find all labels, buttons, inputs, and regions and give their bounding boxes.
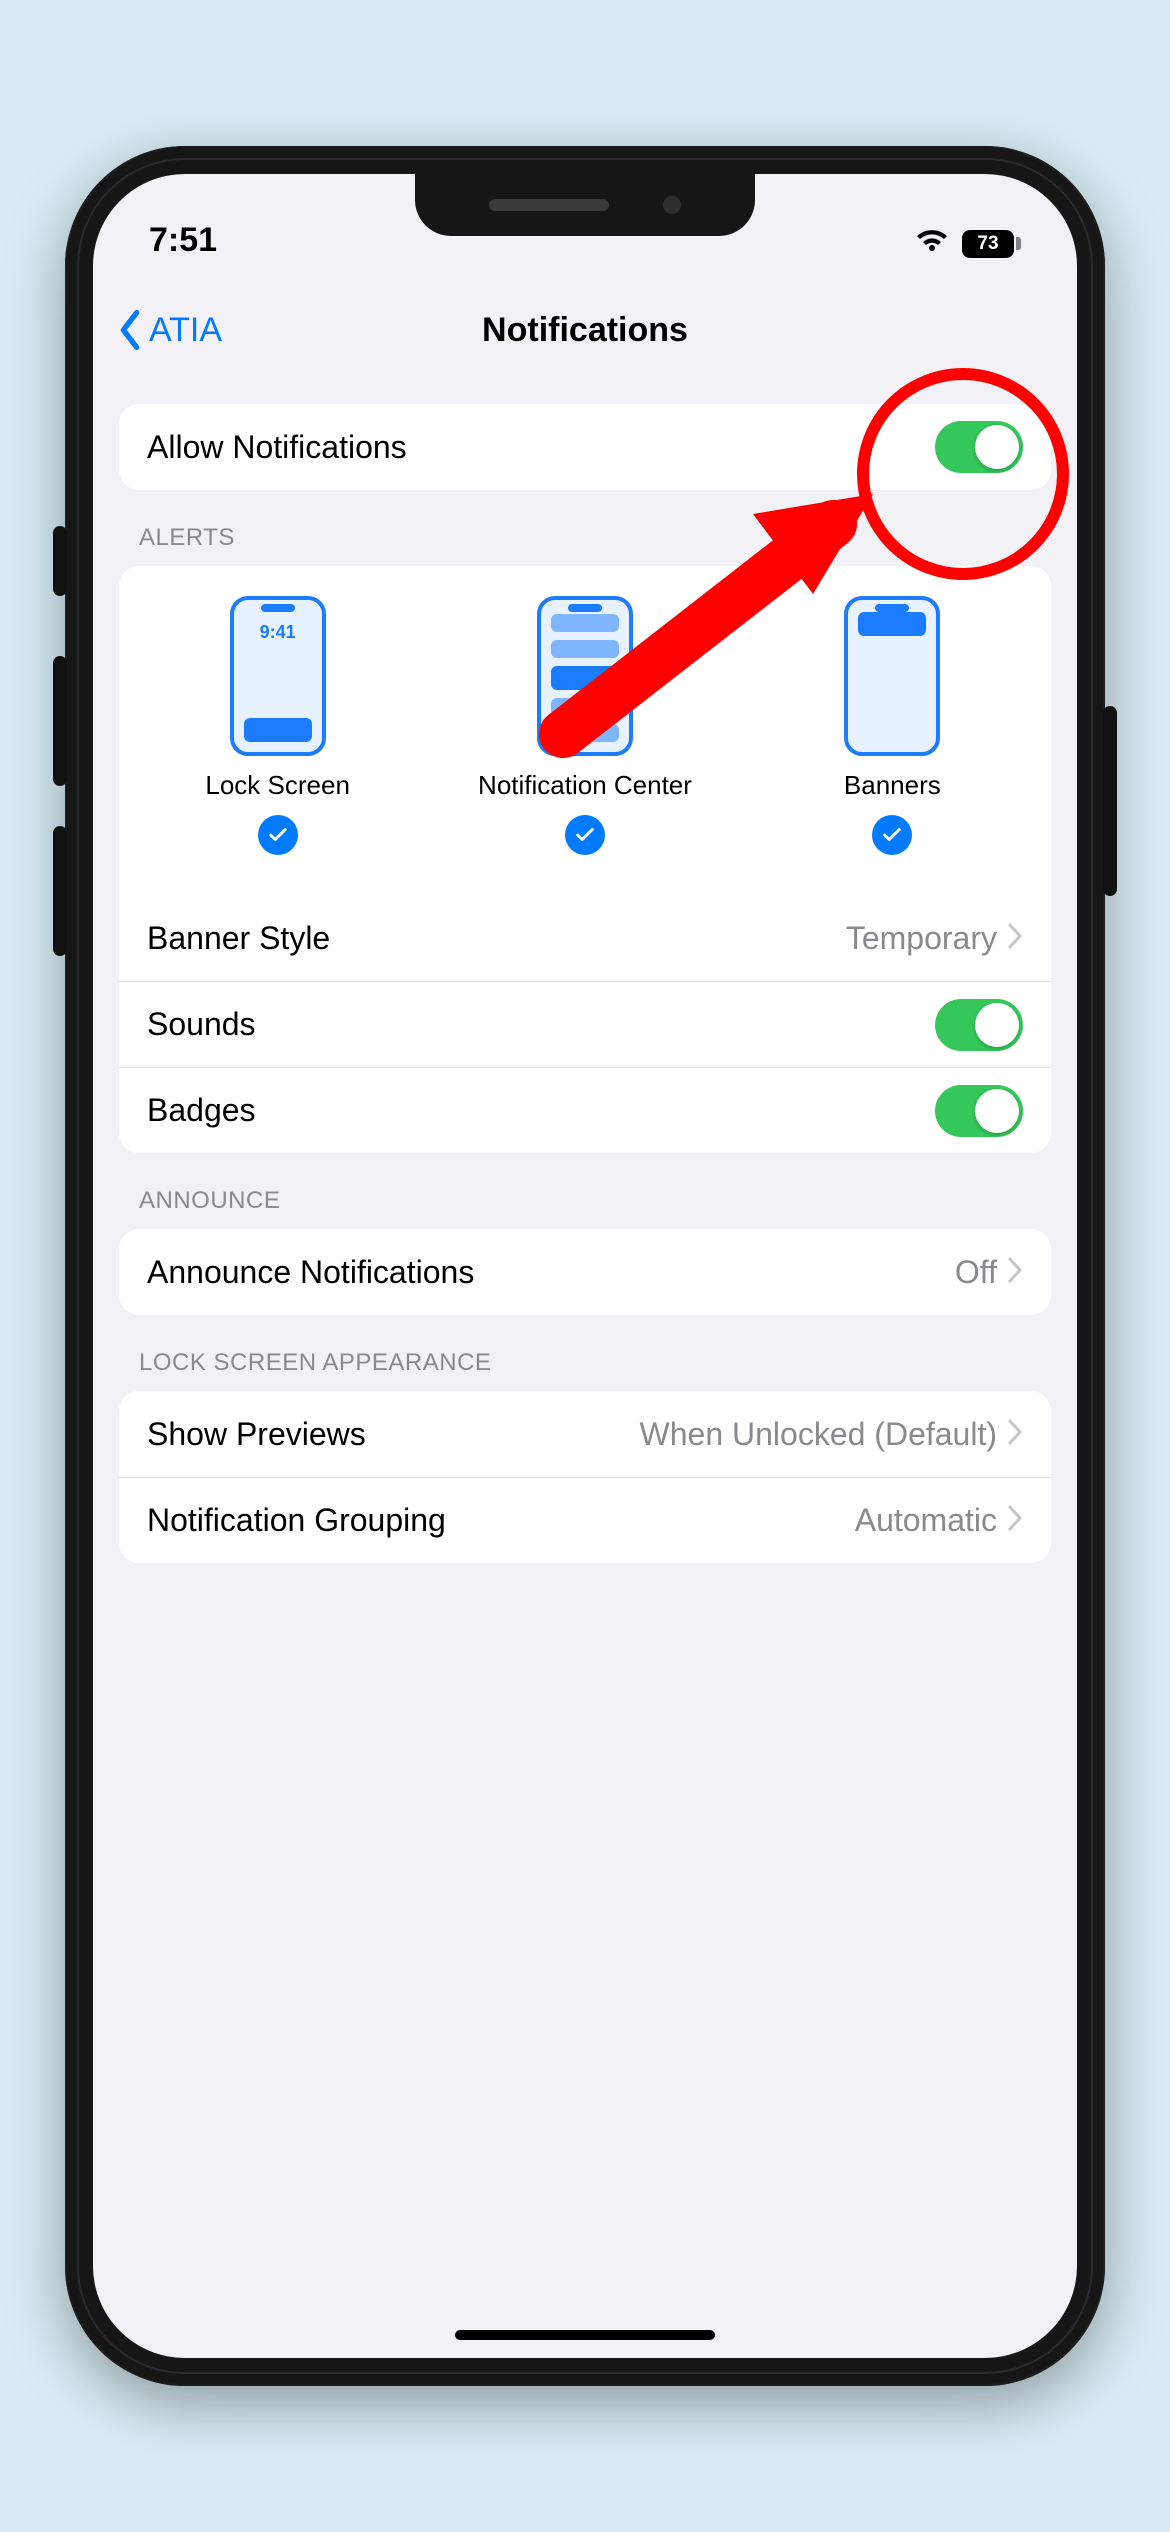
phone-frame: 7:51 73 ATIA Notifications [65, 146, 1105, 2386]
volume-up-button [53, 656, 67, 786]
nav-header: ATIA Notifications [93, 286, 1077, 374]
status-time: 7:51 [149, 221, 217, 260]
lock-screen-icon: 9:41 [230, 596, 326, 756]
show-previews-label: Show Previews [147, 1416, 366, 1453]
badges-label: Badges [147, 1092, 256, 1129]
alerts-header: ALERTS [119, 490, 1051, 566]
notification-grouping-row[interactable]: Notification Grouping Automatic [119, 1477, 1051, 1563]
sounds-label: Sounds [147, 1006, 256, 1043]
banner-style-row[interactable]: Banner Style Temporary [119, 895, 1051, 981]
alert-option-label: Notification Center [478, 770, 692, 801]
checkmark-icon [565, 815, 605, 855]
announce-notifications-label: Announce Notifications [147, 1254, 474, 1291]
checkmark-icon [258, 815, 298, 855]
allow-notifications-row: Allow Notifications [119, 404, 1051, 490]
show-previews-value: When Unlocked (Default) [640, 1416, 997, 1453]
notch [415, 174, 755, 236]
alert-option-label: Banners [844, 770, 941, 801]
chevron-right-icon [1007, 1254, 1023, 1291]
screen: 7:51 73 ATIA Notifications [93, 174, 1077, 2358]
announce-notifications-value: Off [955, 1254, 997, 1291]
notification-center-icon [537, 596, 633, 756]
badges-row: Badges [119, 1067, 1051, 1153]
banner-style-value: Temporary [846, 920, 997, 957]
battery-icon: 73 [962, 230, 1021, 258]
home-indicator[interactable] [455, 2330, 715, 2340]
alert-option-banners[interactable]: Banners [744, 596, 1041, 855]
announce-header: ANNOUNCE [119, 1153, 1051, 1229]
volume-down-button [53, 826, 67, 956]
back-label: ATIA [149, 311, 222, 350]
silence-switch [53, 526, 67, 596]
announce-notifications-row[interactable]: Announce Notifications Off [119, 1229, 1051, 1315]
power-button [1103, 706, 1117, 896]
alert-option-notification-center[interactable]: Notification Center [436, 596, 733, 855]
lockscreen-header: LOCK SCREEN APPEARANCE [119, 1315, 1051, 1391]
wifi-icon [914, 227, 950, 260]
chevron-right-icon [1007, 1502, 1023, 1539]
battery-level: 73 [962, 230, 1014, 258]
show-previews-row[interactable]: Show Previews When Unlocked (Default) [119, 1391, 1051, 1477]
badges-toggle[interactable] [935, 1085, 1023, 1137]
chevron-right-icon [1007, 920, 1023, 957]
sounds-row: Sounds [119, 981, 1051, 1067]
alert-option-lock-screen[interactable]: 9:41 Lock Screen [129, 596, 426, 855]
allow-notifications-toggle[interactable] [935, 421, 1023, 473]
back-button[interactable]: ATIA [117, 310, 222, 350]
sounds-toggle[interactable] [935, 999, 1023, 1051]
content-scroll[interactable]: Allow Notifications ALERTS 9:41 [93, 394, 1077, 2358]
notification-grouping-label: Notification Grouping [147, 1502, 446, 1539]
banners-icon [844, 596, 940, 756]
chevron-right-icon [1007, 1416, 1023, 1453]
notification-grouping-value: Automatic [855, 1502, 997, 1539]
allow-notifications-label: Allow Notifications [147, 429, 407, 466]
alert-option-label: Lock Screen [205, 770, 350, 801]
checkmark-icon [872, 815, 912, 855]
banner-style-label: Banner Style [147, 920, 330, 957]
page-title: Notifications [482, 311, 688, 350]
